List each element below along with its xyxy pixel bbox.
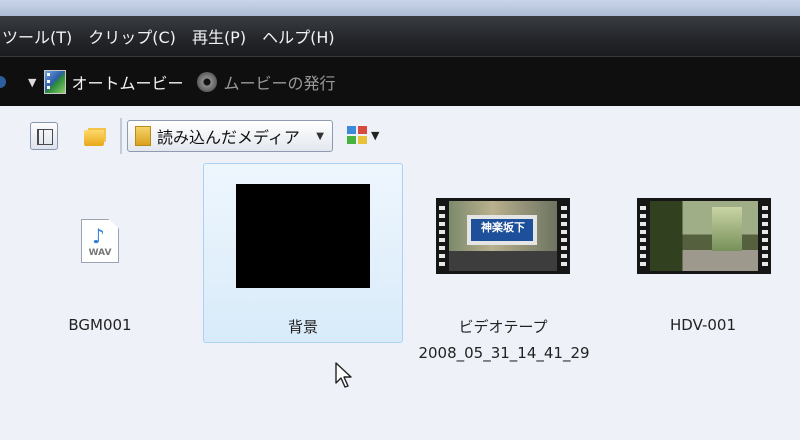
- clip-tile-bgm001[interactable]: ♪ WAV BGM001: [0, 163, 200, 343]
- auto-movie-label: オートムービー: [71, 74, 184, 93]
- clip-title: 背景: [287, 318, 318, 336]
- chevron-down-icon: ▼: [316, 130, 324, 142]
- collection-dropdown-value: 読み込んだメディア: [157, 128, 300, 147]
- toolbar-separator: [120, 118, 122, 154]
- clip-title: BGM001: [68, 316, 132, 334]
- publish-movie-label: ムービーの発行: [223, 74, 336, 93]
- auto-movie-icon: [44, 70, 67, 94]
- thumbnails-icon: [347, 126, 367, 144]
- video-frame: 神楽坂下: [449, 201, 557, 271]
- view-toggle-button[interactable]: [30, 122, 58, 150]
- menu-bar: ツール(T) クリップ(C) 再生(P) ヘルプ(H): [0, 16, 800, 56]
- video-clip-thumbnail: 神楽坂下: [436, 198, 570, 274]
- chevron-down-icon: ▼: [371, 128, 380, 142]
- toolbar-dropdown-caret-icon[interactable]: ▼: [28, 76, 36, 89]
- menu-clip[interactable]: クリップ(C): [80, 24, 184, 48]
- menu-play[interactable]: 再生(P): [184, 24, 254, 48]
- wav-icon-text: WAV: [88, 248, 112, 258]
- publish-movie-button[interactable]: ムービーの発行: [197, 70, 336, 94]
- folder-icon: [84, 130, 104, 146]
- video-frame: [650, 201, 758, 271]
- disc-icon: [197, 72, 218, 92]
- clip-title: HDV-001: [670, 316, 736, 334]
- clip-tile-hdv001[interactable]: HDV-001: [603, 163, 800, 343]
- auto-movie-button[interactable]: オートムービー: [44, 70, 183, 94]
- clip-thumbnail: [236, 184, 370, 288]
- menu-help[interactable]: ヘルプ(H): [254, 24, 343, 48]
- sign-text: 神楽坂下: [481, 221, 525, 234]
- clip-tile-videotape[interactable]: 神楽坂下 ビデオテープ 2008_05_31_14_41_29: [403, 163, 603, 362]
- clip-title: ビデオテープ: [458, 318, 548, 336]
- music-note-icon: ♪: [92, 224, 105, 248]
- collection-folder-icon: [135, 126, 151, 146]
- collection-dropdown[interactable]: 読み込んだメディア ▼: [127, 120, 333, 152]
- clip-tile-background[interactable]: 背景: [203, 163, 403, 343]
- details-view-icon: [37, 129, 53, 145]
- video-clip-thumbnail: [637, 198, 771, 274]
- thumbnail-view-button[interactable]: ▼: [347, 126, 379, 144]
- menu-tools[interactable]: ツール(T): [0, 24, 80, 48]
- clip-subtitle: 2008_05_31_14_41_29: [418, 344, 590, 362]
- main-toolbar: ▼ オートムービー ムービーの発行: [0, 56, 800, 107]
- toolbar-overflow-icon[interactable]: [0, 71, 14, 93]
- window-title-strip: [0, 0, 800, 16]
- wav-file-icon: ♪ WAV: [81, 219, 119, 263]
- collections-button[interactable]: [82, 124, 110, 152]
